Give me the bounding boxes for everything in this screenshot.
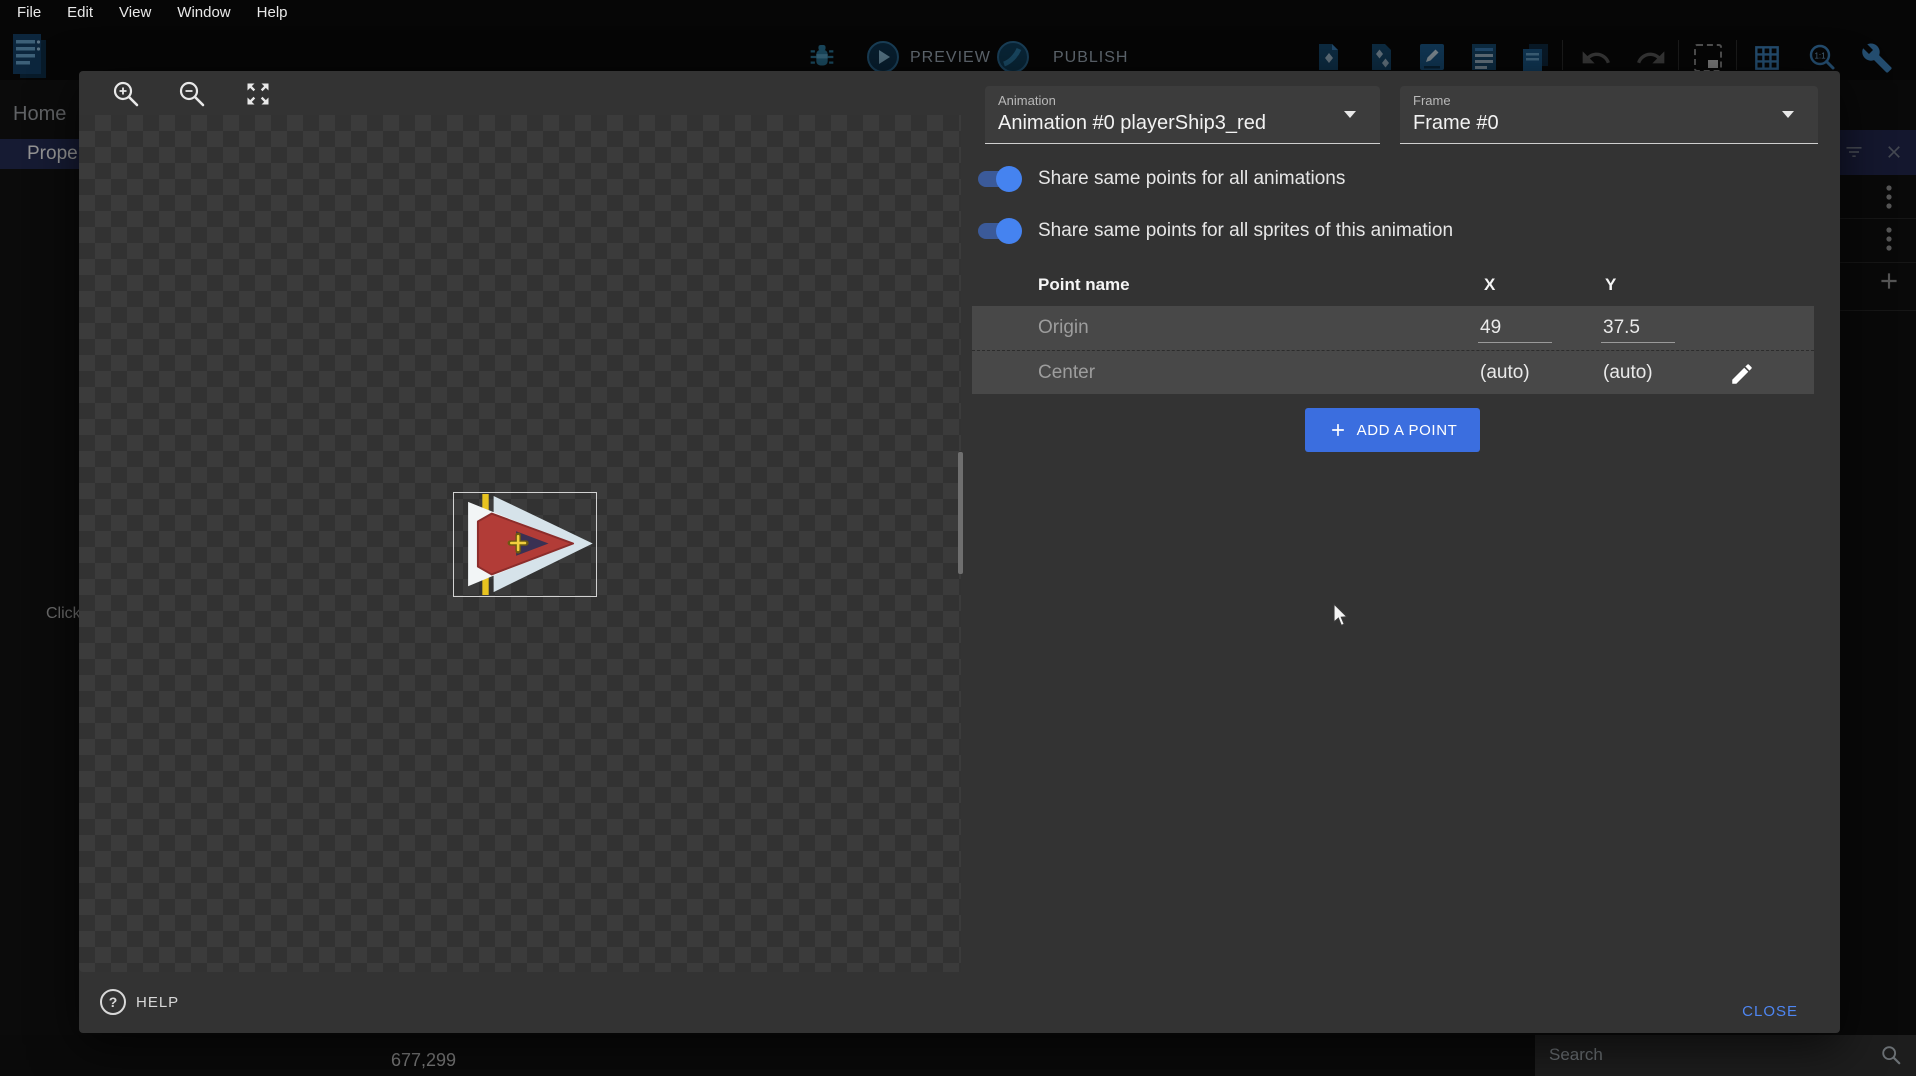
fit-to-view-button[interactable] bbox=[241, 77, 275, 111]
point-y-value: (auto) bbox=[1603, 362, 1653, 384]
close-button[interactable]: CLOSE bbox=[1730, 995, 1810, 1028]
x-field-underline bbox=[1478, 342, 1552, 343]
help-label: HELP bbox=[136, 994, 179, 1011]
sprite-selection-box bbox=[453, 492, 597, 597]
point-x-field[interactable]: 49 bbox=[1480, 317, 1501, 339]
plus-icon bbox=[1328, 420, 1348, 440]
menu-edit[interactable]: Edit bbox=[54, 4, 106, 21]
point-x-value: (auto) bbox=[1480, 362, 1530, 384]
animation-select-label: Animation bbox=[998, 93, 1056, 108]
help-button[interactable]: ? HELP bbox=[100, 989, 179, 1015]
share-points-all-animations-toggle[interactable] bbox=[978, 166, 1020, 192]
mouse-arrow-cursor bbox=[1332, 603, 1354, 629]
point-row-center[interactable]: Center (auto) (auto) bbox=[972, 350, 1814, 394]
point-name: Center bbox=[1038, 362, 1095, 384]
question-circle-icon: ? bbox=[100, 989, 126, 1015]
animation-select-value: Animation #0 playerShip3_red bbox=[998, 112, 1266, 135]
chevron-down-icon bbox=[1782, 111, 1794, 118]
menu-window[interactable]: Window bbox=[164, 4, 243, 21]
points-table-name-header: Point name bbox=[1038, 275, 1130, 295]
point-y-field[interactable]: 37.5 bbox=[1603, 317, 1640, 339]
edit-points-dialog: Animation Animation #0 playerShip3_red F… bbox=[79, 71, 1840, 1033]
point-name: Origin bbox=[1038, 317, 1089, 339]
share-points-all-sprites-toggle[interactable] bbox=[978, 218, 1020, 244]
frame-select-label: Frame bbox=[1413, 93, 1451, 108]
app-window: PREVIEW PUBLISH bbox=[0, 0, 1916, 1076]
points-table-y-header: Y bbox=[1605, 275, 1616, 295]
canvas-scrollbar-thumb[interactable] bbox=[958, 452, 963, 574]
edit-point-pencil-icon[interactable] bbox=[1729, 361, 1755, 387]
zoom-in-button[interactable] bbox=[109, 77, 143, 111]
animation-select[interactable]: Animation Animation #0 playerShip3_red bbox=[985, 86, 1380, 144]
magnifier-plus-icon bbox=[111, 79, 141, 109]
points-table-x-header: X bbox=[1484, 275, 1495, 295]
share-points-all-sprites-label: Share same points for all sprites of thi… bbox=[1038, 220, 1453, 242]
toggle-knob bbox=[996, 218, 1022, 244]
point-row-origin[interactable]: Origin 49 37.5 bbox=[972, 306, 1814, 350]
toggle-knob bbox=[996, 166, 1022, 192]
magnifier-minus-icon bbox=[177, 79, 207, 109]
menu-help[interactable]: Help bbox=[244, 4, 301, 21]
frame-select-value: Frame #0 bbox=[1413, 112, 1499, 135]
zoom-out-button[interactable] bbox=[175, 77, 209, 111]
chevron-down-icon bbox=[1344, 111, 1356, 118]
menu-view[interactable]: View bbox=[106, 4, 164, 21]
frame-select[interactable]: Frame Frame #0 bbox=[1400, 86, 1818, 144]
add-a-point-label: ADD A POINT bbox=[1357, 422, 1458, 439]
menu-file[interactable]: File bbox=[4, 4, 54, 21]
y-field-underline bbox=[1601, 342, 1675, 343]
menu-bar: File Edit View Window Help bbox=[0, 0, 1916, 24]
expand-arrows-icon bbox=[244, 80, 272, 108]
add-a-point-button[interactable]: ADD A POINT bbox=[1305, 408, 1480, 452]
share-points-all-animations-label: Share same points for all animations bbox=[1038, 168, 1345, 190]
player-ship-sprite bbox=[454, 493, 596, 596]
